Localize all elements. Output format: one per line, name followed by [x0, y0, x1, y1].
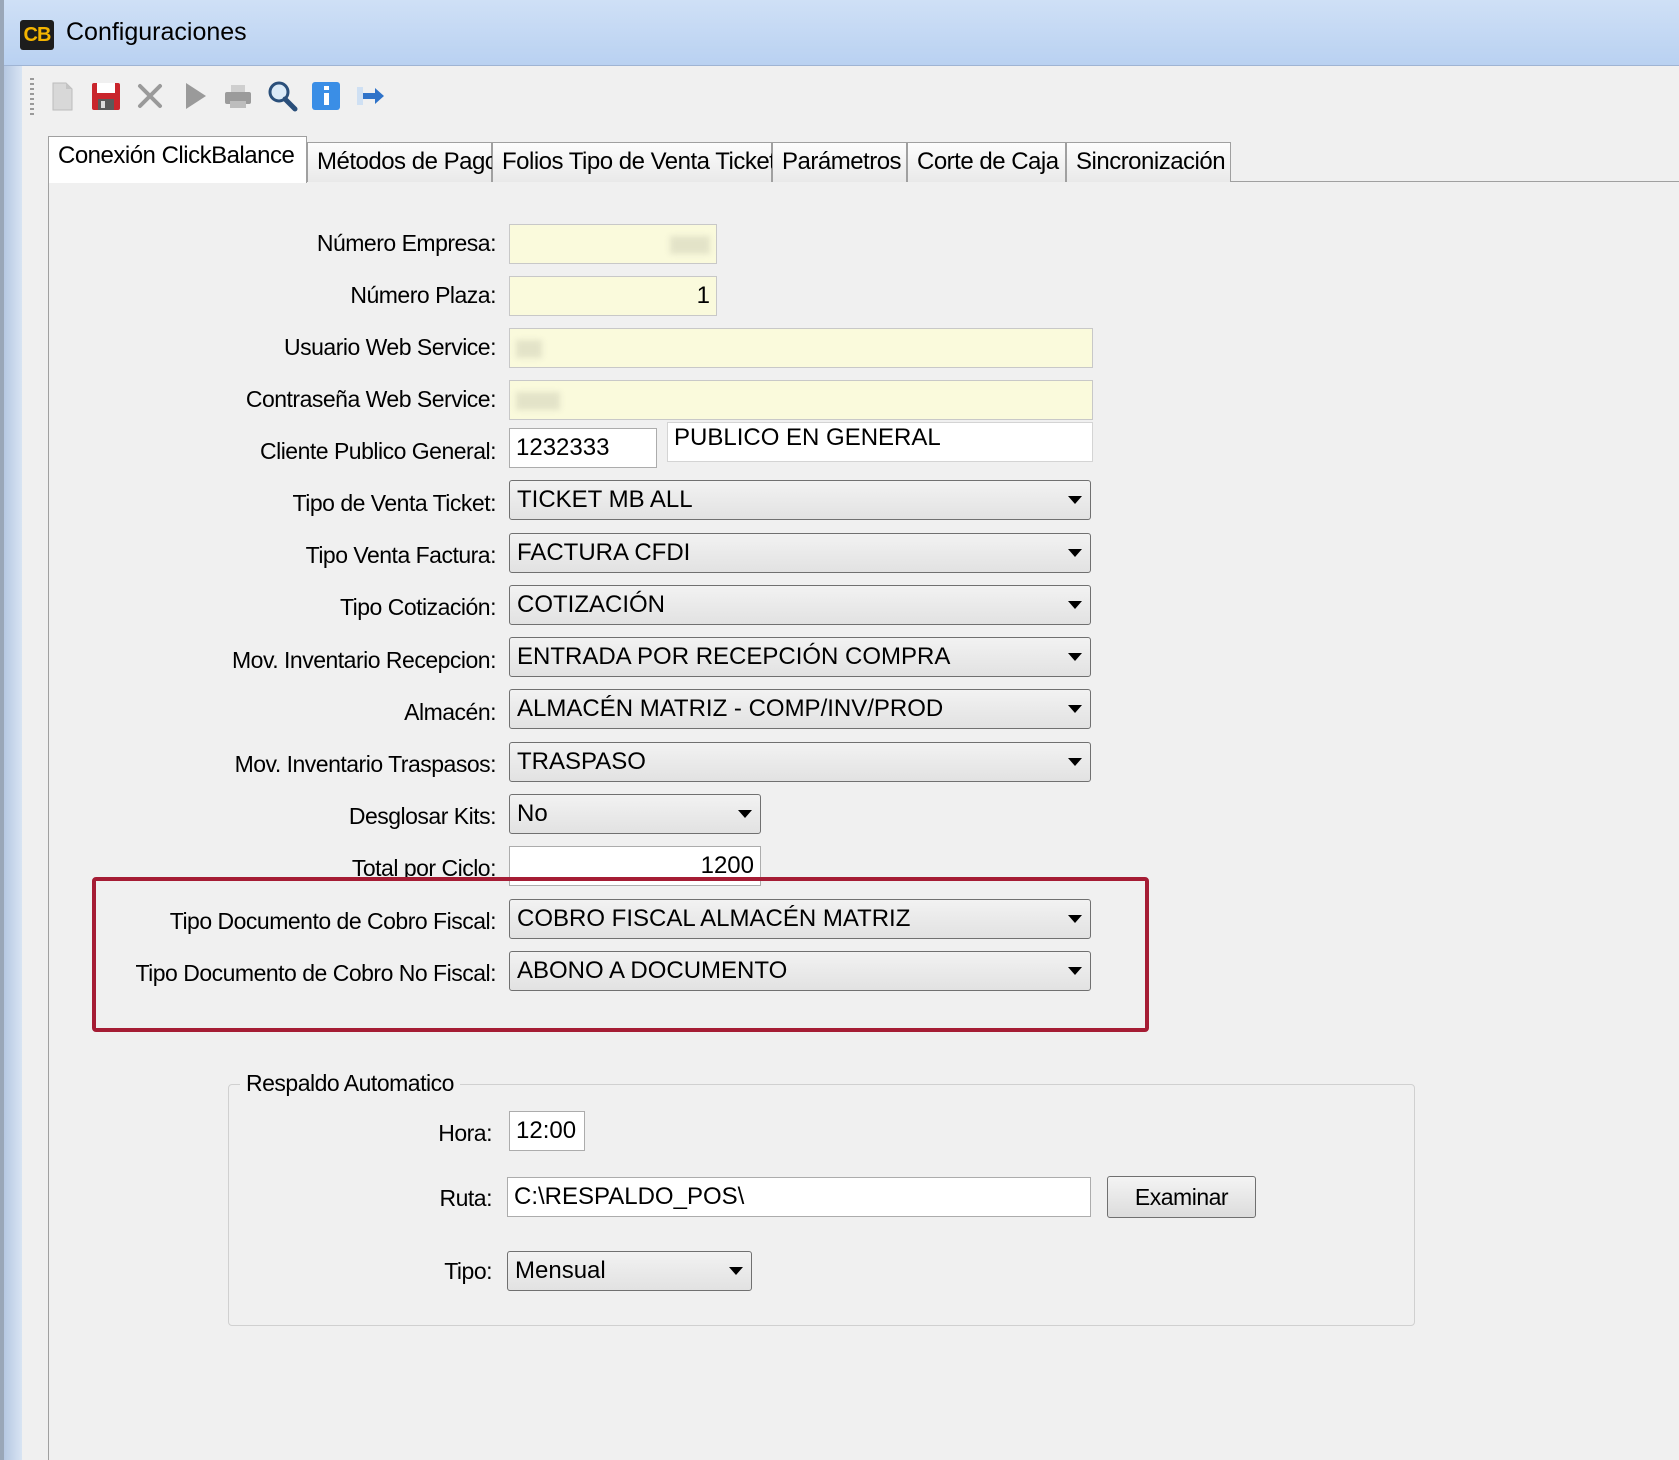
redacted-value [516, 391, 560, 410]
usuario-ws-field[interactable] [509, 328, 1093, 368]
contrasena-ws-field[interactable] [509, 380, 1093, 420]
chevron-down-icon [729, 1267, 743, 1275]
chevron-down-icon [1068, 705, 1082, 713]
ruta-label: Ruta: [439, 1185, 493, 1211]
chevron-down-icon [1068, 653, 1082, 661]
ruta-field[interactable]: C:\RESPALDO_POS\ [507, 1177, 1091, 1217]
almacen-select[interactable]: ALMACÉN MATRIZ - COMP/INV/PROD [509, 689, 1091, 729]
numero-empresa-field[interactable] [509, 224, 717, 264]
chevron-down-icon [1068, 549, 1082, 557]
tipo-cotizacion-select[interactable]: COTIZACIÓN [509, 585, 1091, 625]
tab-folios-tipo-venta-ticket[interactable]: Folios Tipo de Venta Ticket [492, 142, 776, 182]
chevron-down-icon [1068, 496, 1082, 504]
numero-plaza-field[interactable]: 1 [509, 276, 717, 316]
cobro-no-fiscal-select[interactable]: ABONO A DOCUMENTO [509, 951, 1091, 991]
chevron-down-icon [1068, 915, 1082, 923]
redacted-value [516, 339, 542, 358]
hora-label: Hora: [438, 1120, 492, 1146]
chevron-down-icon [1068, 601, 1082, 609]
mov-inv-recepcion-select[interactable]: ENTRADA POR RECEPCIÓN COMPRA [509, 637, 1091, 677]
cliente-publico-name-field: PUBLICO EN GENERAL [667, 422, 1093, 462]
desglosar-kits-select[interactable]: No [509, 794, 761, 834]
chevron-down-icon [738, 810, 752, 818]
tab-corte-de-caja[interactable]: Corte de Caja [907, 142, 1066, 182]
examinar-button[interactable]: Examinar [1107, 1176, 1256, 1218]
mov-inv-traspasos-select[interactable]: TRASPASO [509, 742, 1091, 782]
tab-parametros[interactable]: Parámetros [772, 142, 907, 182]
redacted-value [670, 235, 710, 254]
tab-sincronizacion[interactable]: Sincronización [1066, 142, 1231, 182]
cliente-publico-id-field[interactable]: 1232333 [509, 428, 657, 468]
tipo-label: Tipo: [444, 1258, 492, 1284]
respaldo-labels: Hora: Ruta: Tipo: [4, 0, 492, 1400]
tipo-venta-factura-select[interactable]: FACTURA CFDI [509, 533, 1091, 573]
chevron-down-icon [1068, 967, 1082, 975]
tipo-select[interactable]: Mensual [507, 1251, 752, 1291]
hora-field[interactable]: 12:00 [509, 1111, 585, 1151]
tipo-venta-ticket-select[interactable]: TICKET MB ALL [509, 480, 1091, 520]
configuraciones-window: CB Configuraciones Conexión ClickBalance… [0, 0, 1679, 1460]
cobro-fiscal-select[interactable]: COBRO FISCAL ALMACÉN MATRIZ [509, 899, 1091, 939]
chevron-down-icon [1068, 758, 1082, 766]
tab-strip: Conexión ClickBalance Métodos de Pago Fo… [48, 136, 1679, 183]
tab-conexion-clickbalance[interactable]: Conexión ClickBalance [48, 136, 307, 183]
